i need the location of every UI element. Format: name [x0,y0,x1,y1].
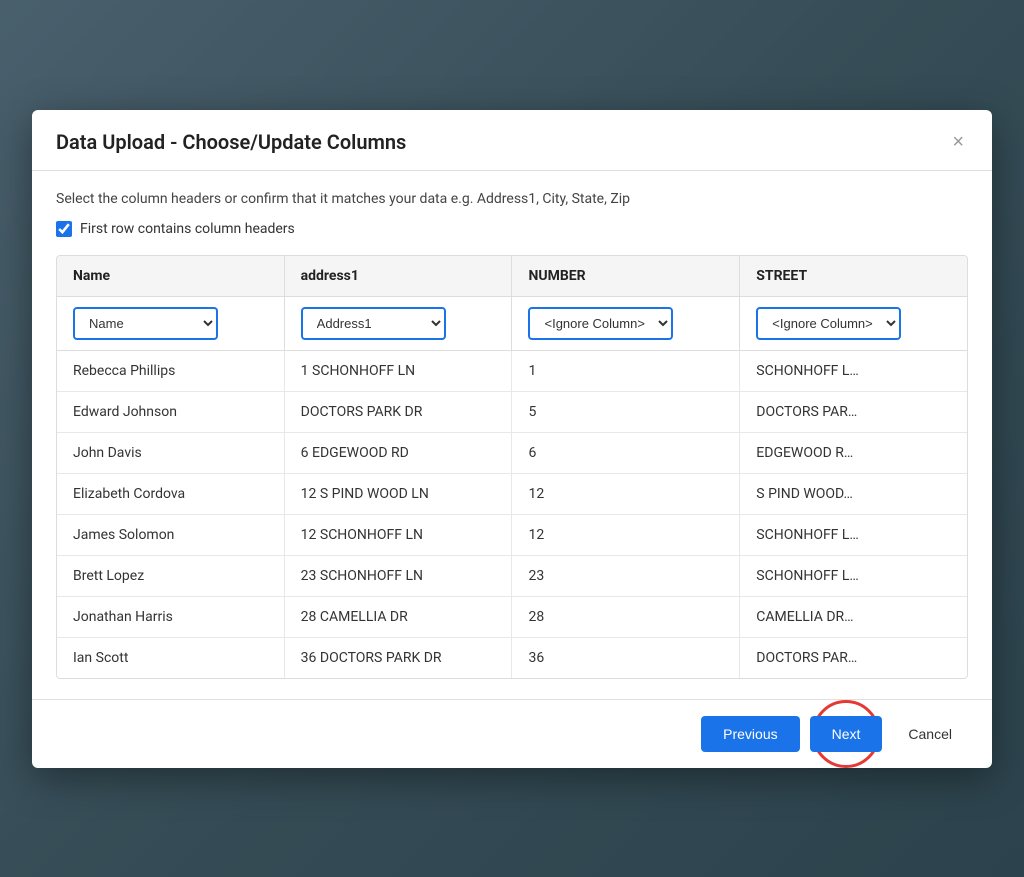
cell-street: DOCTORS PAR… [740,391,967,432]
modal-header: Data Upload - Choose/Update Columns × [32,110,992,171]
next-button-wrapper: Next [810,716,883,752]
close-button[interactable]: × [948,132,968,152]
table-row: John Davis 6 EDGEWOOD RD 6 EDGEWOOD R… [57,432,967,473]
cell-name: Jonathan Harris [57,596,284,637]
cell-street: DOCTORS PAR… [740,637,967,678]
table-row: Edward Johnson DOCTORS PARK DR 5 DOCTORS… [57,391,967,432]
cell-name: Ian Scott [57,637,284,678]
col-header-name: Name [57,256,284,297]
cell-number: 12 [512,514,740,555]
cell-name: Edward Johnson [57,391,284,432]
data-table-wrapper: Name address1 NUMBER STREET Name Address… [56,255,968,679]
col-header-number: NUMBER [512,256,740,297]
cell-address1: DOCTORS PARK DR [284,391,512,432]
street-column-select[interactable]: Name Address1 <Ignore Column> Address2 C… [756,307,901,340]
cell-street: SCHONHOFF L… [740,350,967,391]
instructions-text: Select the column headers or confirm tha… [56,191,968,207]
first-row-checkbox[interactable] [56,221,72,237]
cell-number: 12 [512,473,740,514]
previous-button[interactable]: Previous [701,716,799,752]
cell-address1: 12 SCHONHOFF LN [284,514,512,555]
name-column-select[interactable]: Name Address1 <Ignore Column> Address2 C… [73,307,218,340]
cell-address1: 1 SCHONHOFF LN [284,350,512,391]
cell-address1: 6 EDGEWOOD RD [284,432,512,473]
cancel-button[interactable]: Cancel [892,716,968,752]
address1-col-dropdown-cell: Name Address1 <Ignore Column> Address2 C… [284,296,512,350]
cell-number: 1 [512,350,740,391]
number-column-select[interactable]: Name Address1 <Ignore Column> Address2 C… [528,307,673,340]
cell-number: 36 [512,637,740,678]
address1-column-select[interactable]: Name Address1 <Ignore Column> Address2 C… [301,307,446,340]
cell-address1: 28 CAMELLIA DR [284,596,512,637]
col-header-street: STREET [740,256,967,297]
table-row: Brett Lopez 23 SCHONHOFF LN 23 SCHONHOFF… [57,555,967,596]
col-header-address1: address1 [284,256,512,297]
cell-address1: 23 SCHONHOFF LN [284,555,512,596]
cell-street: CAMELLIA DR… [740,596,967,637]
table-row: James Solomon 12 SCHONHOFF LN 12 SCHONHO… [57,514,967,555]
table-row: Rebecca Phillips 1 SCHONHOFF LN 1 SCHONH… [57,350,967,391]
modal-title: Data Upload - Choose/Update Columns [56,130,406,154]
table-row: Elizabeth Cordova 12 S PIND WOOD LN 12 S… [57,473,967,514]
column-mapping-row: Name Address1 <Ignore Column> Address2 C… [57,296,967,350]
cell-name: Elizabeth Cordova [57,473,284,514]
cell-name: John Davis [57,432,284,473]
first-row-checkbox-row: First row contains column headers [56,221,968,237]
cell-name: Brett Lopez [57,555,284,596]
data-upload-modal: Data Upload - Choose/Update Columns × Se… [32,110,992,768]
name-col-dropdown-cell: Name Address1 <Ignore Column> Address2 C… [57,296,284,350]
cell-street: S PIND WOOD… [740,473,967,514]
cell-address1: 36 DOCTORS PARK DR [284,637,512,678]
table-row: Jonathan Harris 28 CAMELLIA DR 28 CAMELL… [57,596,967,637]
cell-number: 28 [512,596,740,637]
cell-name: James Solomon [57,514,284,555]
street-col-dropdown-cell: Name Address1 <Ignore Column> Address2 C… [740,296,967,350]
modal-footer: Previous Next Cancel [32,699,992,768]
cell-address1: 12 S PIND WOOD LN [284,473,512,514]
cell-street: SCHONHOFF L… [740,514,967,555]
cell-number: 23 [512,555,740,596]
cell-street: SCHONHOFF L… [740,555,967,596]
cell-number: 6 [512,432,740,473]
table-row: Ian Scott 36 DOCTORS PARK DR 36 DOCTORS … [57,637,967,678]
table-header-row: Name address1 NUMBER STREET [57,256,967,297]
cell-name: Rebecca Phillips [57,350,284,391]
data-table: Name address1 NUMBER STREET Name Address… [57,256,967,678]
cell-street: EDGEWOOD R… [740,432,967,473]
cell-number: 5 [512,391,740,432]
next-button[interactable]: Next [810,716,883,752]
modal-body: Select the column headers or confirm tha… [32,171,992,699]
first-row-label[interactable]: First row contains column headers [80,221,295,237]
number-col-dropdown-cell: Name Address1 <Ignore Column> Address2 C… [512,296,740,350]
